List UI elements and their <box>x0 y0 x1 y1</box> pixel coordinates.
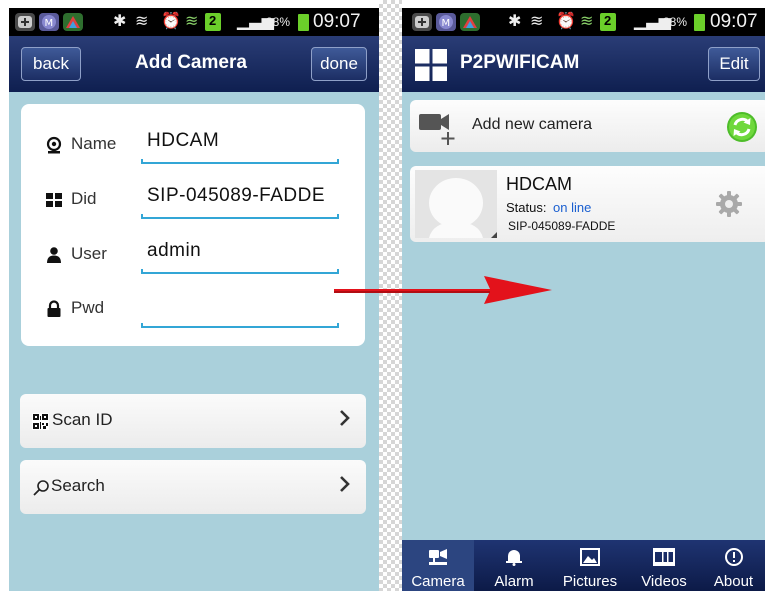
transition-arrow <box>334 276 552 304</box>
